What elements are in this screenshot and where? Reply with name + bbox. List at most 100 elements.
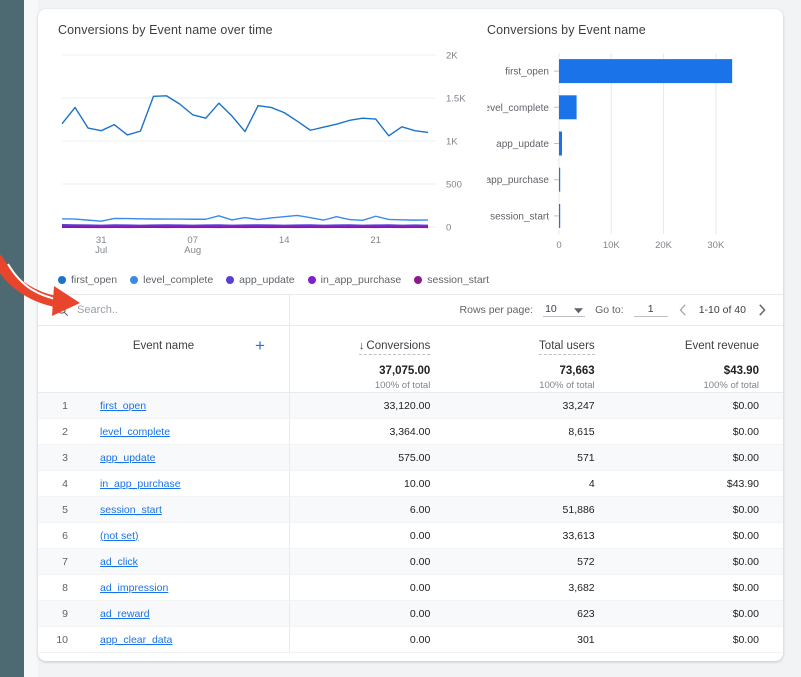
metric-subtotal-conversions: 100% of total: [374, 380, 431, 391]
row-total-users-cell: 572: [577, 555, 595, 568]
metric-subtotal-event-revenue: 100% of total: [703, 380, 759, 391]
table-row[interactable]: 6 (not set) 0.00 33,613 $0.00: [38, 523, 783, 549]
bar-first_open[interactable]: [559, 59, 733, 84]
row-total-users-cell: 33,247: [562, 399, 595, 412]
bar-category-label: in_app_purchase: [487, 175, 549, 186]
event-name-link[interactable]: level_complete: [100, 426, 170, 438]
row-dimension-cell: 3 app_update: [38, 445, 290, 470]
x-axis-tick-sublabel: Jul: [95, 245, 107, 256]
legend-label: in_app_purchase: [320, 274, 402, 286]
row-dimension-cell: 2 level_complete: [38, 419, 290, 444]
line-chart-title: Conversions by Event name over time: [58, 23, 273, 37]
table-row[interactable]: 2 level_complete 3,364.00 8,615 $0.00: [38, 419, 783, 445]
legend-label: session_start: [427, 274, 490, 286]
legend-item[interactable]: app_update: [226, 274, 295, 286]
rows-per-page-value: 10: [545, 303, 557, 315]
row-dimension-cell: 8 ad_impression: [38, 575, 290, 600]
table-header-row: Event name + ↓ Conversions 37,075.00 100%…: [38, 324, 783, 393]
page-background-gutter: [24, 0, 38, 677]
report-card: Conversions by Event name over time 0 500…: [38, 9, 783, 661]
event-name-link[interactable]: app_update: [100, 452, 155, 464]
legend-item[interactable]: first_open: [58, 274, 117, 286]
table-row[interactable]: 3 app_update 575.00 571 $0.00: [38, 445, 783, 471]
row-total-users-cell: 623: [577, 607, 595, 620]
row-conversions-cell: 0.00: [409, 529, 431, 542]
event-name-link[interactable]: ad_impression: [100, 582, 168, 594]
row-conversions-cell: 3,364.00: [389, 425, 431, 438]
table-row[interactable]: 8 ad_impression 0.00 3,682 $0.00: [38, 575, 783, 601]
metric-subtotal-total-users: 100% of total: [539, 380, 595, 391]
bar-category-label: first_open: [505, 67, 549, 78]
bar-app_update[interactable]: [559, 131, 563, 156]
row-event-revenue-cell: $0.00: [732, 425, 759, 438]
event-name-link[interactable]: ad_click: [100, 556, 138, 568]
event-name-link[interactable]: session_start: [100, 504, 162, 516]
search-icon: [57, 305, 68, 316]
bar-chart-title: Conversions by Event name: [487, 23, 646, 37]
row-conversions-cell: 0.00: [409, 581, 431, 594]
bar-level_complete[interactable]: [559, 95, 577, 120]
table-row[interactable]: 9 ad_reward 0.00 623 $0.00: [38, 601, 783, 627]
legend-color-dot: [58, 276, 66, 284]
legend-item[interactable]: session_start: [414, 274, 489, 286]
bar-chart-panel: Conversions by Event name 0 10K 20K 30K firs…: [487, 23, 777, 273]
metric-total-total-users: 73,663: [559, 365, 595, 377]
data-table: Event name + ↓ Conversions 37,075.00 100%…: [38, 324, 783, 653]
left-nav-rail[interactable]: [0, 0, 24, 677]
row-dimension-cell: 6 (not set): [38, 523, 290, 548]
x-axis-tick-label: 14: [279, 235, 290, 246]
legend-item[interactable]: level_complete: [130, 274, 213, 286]
row-total-users-cell: 8,615: [568, 425, 595, 438]
table-row[interactable]: 1 first_open 33,120.00 33,247 $0.00: [38, 393, 783, 419]
y-axis-tick-label: 0: [446, 223, 451, 234]
row-dimension-cell: 1 first_open: [38, 393, 290, 418]
event-name-link[interactable]: app_clear_data: [100, 634, 172, 646]
search-input[interactable]: [77, 304, 257, 316]
rows-per-page-select[interactable]: 10: [543, 303, 586, 317]
row-event-revenue-cell: $0.00: [732, 529, 759, 542]
row-event-revenue-cell: $0.00: [732, 607, 759, 620]
row-index: 1: [62, 399, 68, 412]
table-row[interactable]: 7 ad_click 0.00 572 $0.00: [38, 549, 783, 575]
row-total-users-cell: 301: [577, 633, 595, 646]
row-total-users-cell: 51,886: [562, 503, 595, 516]
metric-header-total-users[interactable]: Total users: [539, 340, 595, 355]
event-name-link[interactable]: ad_reward: [100, 608, 150, 620]
bar-chart-svg[interactable]: 0 10K 20K 30K first_open level_complete app_up…: [487, 49, 777, 267]
chevron-left-icon: [679, 304, 686, 316]
metric-header-event-revenue[interactable]: Event revenue: [685, 340, 759, 352]
row-conversions-cell: 575.00: [398, 451, 431, 464]
metric-header-conversions[interactable]: ↓ Conversions: [358, 340, 431, 355]
row-index: 3: [62, 451, 68, 464]
row-index: 4: [62, 477, 68, 490]
row-dimension-cell: 4 in_app_purchase: [38, 471, 290, 496]
bar-category-label: session_start: [490, 211, 549, 222]
line-chart-svg[interactable]: 05001K1.5K2K31Jul07Aug14 21: [58, 49, 478, 264]
table-row[interactable]: 4 in_app_purchase 10.00 4 $43.90: [38, 471, 783, 497]
caret-down-icon: [574, 308, 584, 314]
row-total-users-cell: 33,613: [562, 529, 595, 542]
legend-color-dot: [130, 276, 139, 284]
table-row[interactable]: 10 app_clear_data 0.00 301 $0.00: [38, 627, 783, 653]
event-name-link[interactable]: (not set): [100, 530, 139, 542]
page-range-text: 1-10 of 40: [698, 304, 746, 316]
add-dimension-button[interactable]: +: [251, 337, 269, 355]
next-page-button[interactable]: [756, 303, 767, 317]
screen-root: Conversions by Event name over time 0 500…: [0, 0, 801, 677]
metric-header-cell-conversions: ↓ Conversions 37,075.00 100% of total: [290, 324, 454, 392]
goto-input[interactable]: 1: [633, 303, 668, 317]
search-cell[interactable]: [38, 295, 290, 325]
event-name-link[interactable]: first_open: [100, 400, 146, 412]
row-index: 9: [62, 607, 68, 620]
y-axis-tick-label: 500: [446, 180, 462, 191]
table-row[interactable]: 5 session_start 6.00 51,886 $0.00: [38, 497, 783, 523]
event-name-link[interactable]: in_app_purchase: [100, 478, 181, 490]
bar-session_start[interactable]: [559, 203, 561, 228]
row-conversions-cell: 33,120.00: [383, 399, 431, 412]
row-total-users-cell: 571: [577, 451, 595, 464]
legend-item[interactable]: in_app_purchase: [307, 274, 402, 286]
prev-page-button[interactable]: [678, 303, 689, 317]
bar-in_app_purchase[interactable]: [559, 167, 561, 192]
row-dimension-cell: 10 app_clear_data: [38, 627, 290, 652]
legend-label: first_open: [71, 274, 118, 286]
